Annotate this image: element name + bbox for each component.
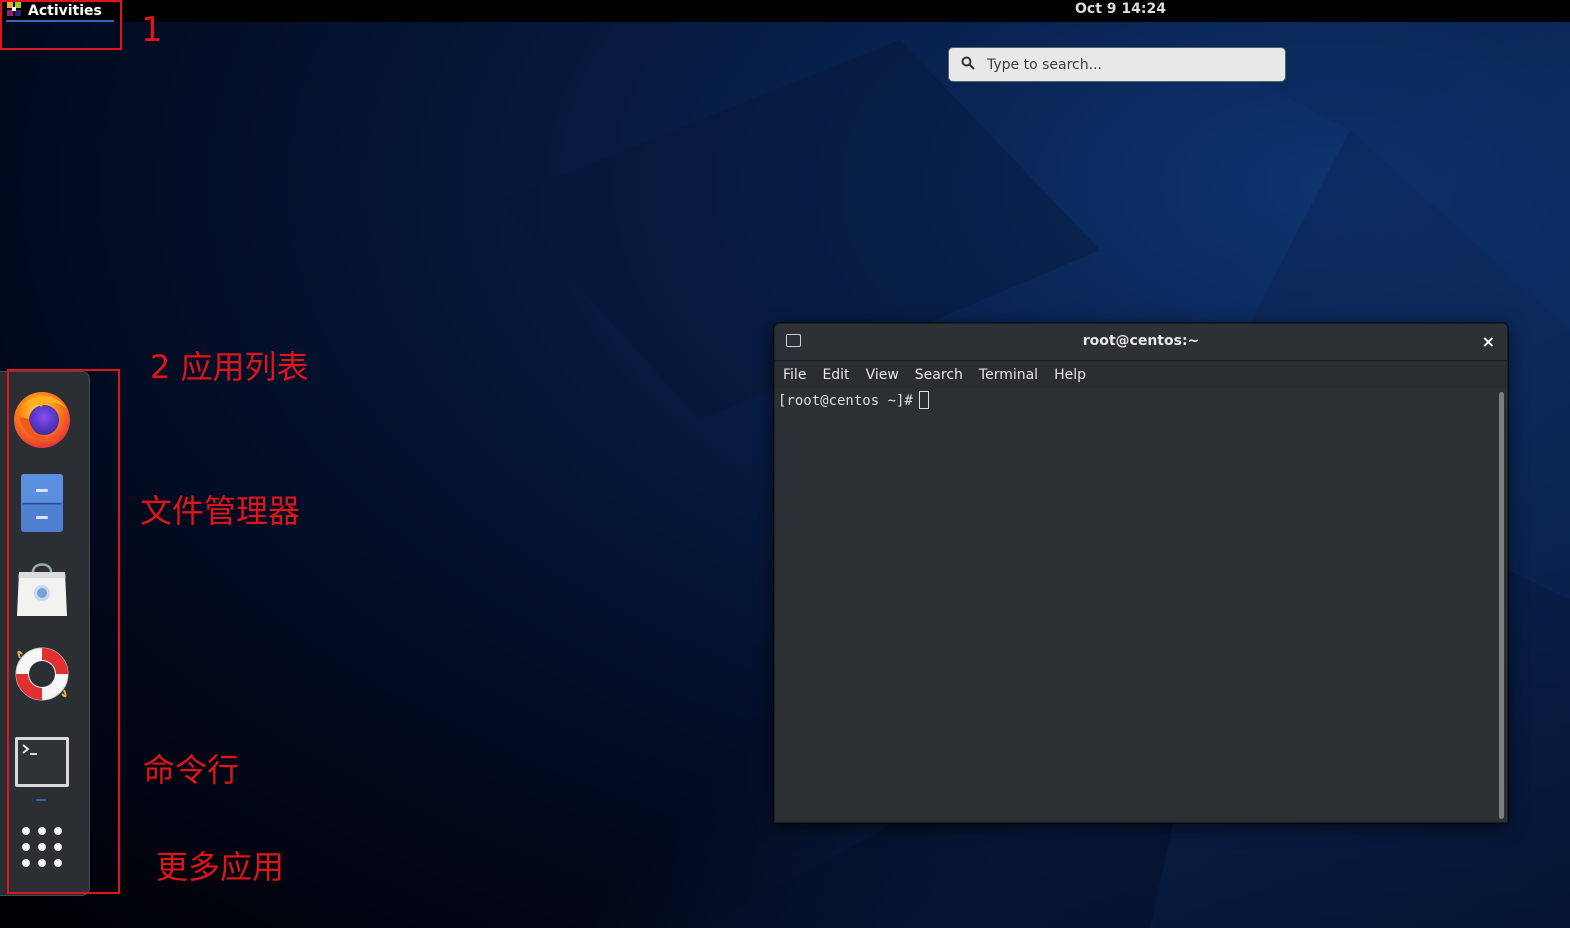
- menu-view[interactable]: View: [866, 367, 899, 383]
- top-bar: Activities Oct 9 14:24: [0, 0, 1570, 22]
- annotation-file-manager: 文件管理器: [140, 492, 301, 530]
- firefox-launcher[interactable]: [10, 388, 74, 452]
- terminal-titlebar[interactable]: root@centos:~ ×: [775, 324, 1507, 361]
- menu-search[interactable]: Search: [915, 367, 963, 383]
- terminal-title: root@centos:~: [1082, 333, 1200, 349]
- terminal-scrollbar[interactable]: [1499, 392, 1504, 819]
- menu-edit[interactable]: Edit: [822, 367, 849, 383]
- dash: [0, 371, 90, 896]
- lifebuoy-icon: [12, 644, 72, 708]
- show-applications-button[interactable]: [10, 817, 74, 881]
- clock[interactable]: Oct 9 14:24: [1075, 0, 1166, 22]
- terminal-body[interactable]: [root@centos ~]#: [775, 388, 1507, 822]
- software-bag-icon: [15, 558, 69, 624]
- menu-file[interactable]: File: [783, 367, 806, 383]
- activities-button[interactable]: Activities: [6, 0, 114, 22]
- software-launcher[interactable]: [10, 559, 74, 623]
- annotation-command-line: 命令行: [143, 751, 240, 789]
- terminal-window: root@centos:~ × File Edit View Search Te…: [774, 323, 1508, 823]
- centos-logo-icon: [6, 1, 22, 21]
- running-indicator: [36, 799, 46, 801]
- file-cabinet-icon: [19, 472, 65, 538]
- terminal-launcher[interactable]: [10, 732, 74, 796]
- terminal-icon: [14, 736, 70, 792]
- annotation-1: 1: [141, 10, 163, 50]
- grid-dots-icon: [20, 825, 64, 873]
- terminal-menubar: File Edit View Search Terminal Help: [775, 361, 1507, 388]
- activities-label: Activities: [28, 3, 102, 19]
- terminal-cursor: [918, 391, 929, 409]
- search-input[interactable]: [985, 55, 1269, 74]
- search-icon: [961, 55, 975, 74]
- close-icon[interactable]: ×: [1482, 332, 1495, 351]
- terminal-prompt-line: [root@centos ~]#: [778, 391, 929, 409]
- annotation-more-apps: 更多应用: [156, 848, 285, 886]
- menu-terminal[interactable]: Terminal: [979, 367, 1038, 383]
- firefox-icon: [11, 387, 73, 453]
- help-launcher[interactable]: [10, 644, 74, 708]
- terminal-prompt: [root@centos ~]#: [778, 393, 913, 409]
- files-launcher[interactable]: [10, 473, 74, 537]
- menu-help[interactable]: Help: [1054, 367, 1086, 383]
- activities-underline: [6, 20, 114, 22]
- search-box[interactable]: [948, 47, 1286, 82]
- annotation-app-list: 2 应用列表: [150, 348, 309, 386]
